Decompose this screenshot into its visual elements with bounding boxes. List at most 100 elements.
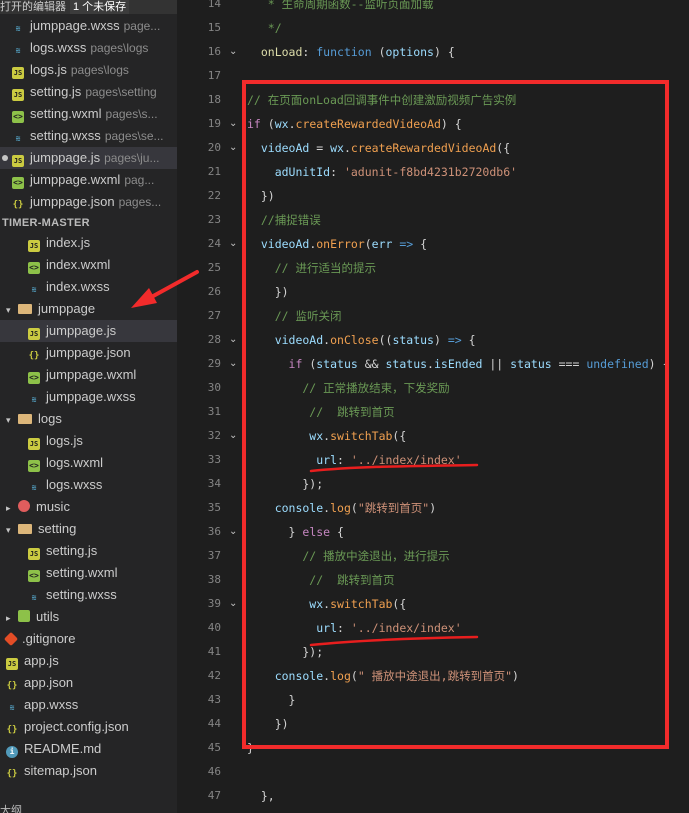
- outline-section-header[interactable]: 大纲: [0, 802, 22, 813]
- code-token: wx: [274, 117, 289, 131]
- code-line[interactable]: videoAd.onError(err => {: [247, 232, 427, 256]
- tree-file[interactable]: ≋ logs.wxss: [0, 474, 177, 496]
- code-line[interactable]: console.log(" 播放中途退出,跳转到首页"): [247, 664, 519, 688]
- open-editor-item[interactable]: ≋ setting.wxss pages\se...: [0, 125, 177, 147]
- wxml-file-icon: <>: [28, 372, 40, 384]
- code-line[interactable]: // 在页面onLoad回调事件中创建激励视频广告实例: [247, 88, 516, 112]
- chevron-down-icon[interactable]: ▾: [6, 299, 16, 320]
- code-line[interactable]: if (wx.createRewardedVideoAd) {: [247, 112, 462, 136]
- code-line[interactable]: });: [247, 472, 323, 496]
- open-editor-item[interactable]: <> jumppage.wxml pag...: [0, 169, 177, 191]
- code-token: :: [337, 453, 351, 467]
- code-line[interactable]: } else {: [247, 520, 344, 544]
- fold-chevron-icon[interactable]: ⌄: [229, 40, 239, 64]
- tree-file[interactable]: .gitignore: [0, 628, 177, 650]
- code-line[interactable]: */: [247, 16, 282, 40]
- code-line[interactable]: console.log("跳转到首页"): [247, 496, 436, 520]
- open-editor-item[interactable]: JS setting.js pages\setting: [0, 81, 177, 103]
- open-editor-item[interactable]: {} jumppage.json pages...: [0, 191, 177, 213]
- tree-folder[interactable]: ▾ setting: [0, 518, 177, 540]
- tree-folder[interactable]: ▾ logs: [0, 408, 177, 430]
- code-token: // 进行适当的提示: [247, 261, 376, 275]
- code-line[interactable]: onLoad: function (options) {: [247, 40, 455, 64]
- fold-chevron-icon[interactable]: ⌄: [229, 136, 239, 160]
- tree-file[interactable]: i README.md: [0, 738, 177, 760]
- code-line[interactable]: }): [247, 184, 275, 208]
- open-editor-item[interactable]: JS jumppage.js pages\ju...: [0, 147, 177, 169]
- open-editor-item[interactable]: JS logs.js pages\logs: [0, 59, 177, 81]
- code-line[interactable]: // 监听关闭: [247, 304, 342, 328]
- fold-chevron-icon[interactable]: ⌄: [229, 328, 239, 352]
- code-line[interactable]: }): [247, 280, 289, 304]
- tree-file[interactable]: {} sitemap.json: [0, 760, 177, 782]
- tree-file[interactable]: JS index.js: [0, 232, 177, 254]
- project-section-header[interactable]: TIMER-MASTER: [0, 212, 177, 234]
- code-line[interactable]: // 播放中途退出，进行提示: [247, 544, 449, 568]
- fold-chevron-icon[interactable]: ⌄: [229, 592, 239, 616]
- tree-file[interactable]: {} app.json: [0, 672, 177, 694]
- code-token: log: [330, 669, 351, 683]
- code-line[interactable]: },: [247, 784, 275, 808]
- open-editor-item[interactable]: ≋ jumppage.wxss page...: [0, 15, 177, 37]
- tree-file[interactable]: ≋ jumppage.wxss: [0, 386, 177, 408]
- code-token: }: [247, 525, 303, 539]
- line-number: 21: [207, 165, 221, 178]
- chevron-right-icon[interactable]: ▸: [6, 607, 16, 628]
- code-line[interactable]: // 进行适当的提示: [247, 256, 376, 280]
- code-line[interactable]: url: '../index/index': [247, 448, 461, 472]
- tree-folder[interactable]: ▾ jumppage: [0, 298, 177, 320]
- tree-file[interactable]: <> jumppage.wxml: [0, 364, 177, 386]
- fold-chevron-icon[interactable]: ⌄: [229, 232, 239, 256]
- tree-folder[interactable]: ▸ utils: [0, 606, 177, 628]
- code-line[interactable]: }: [247, 688, 296, 712]
- code-line[interactable]: //捕捉错误: [247, 208, 321, 232]
- tree-file[interactable]: ≋ index.wxss: [0, 276, 177, 298]
- tree-file[interactable]: {} project.config.json: [0, 716, 177, 738]
- code-line[interactable]: videoAd.onClose((status) => {: [247, 328, 476, 352]
- tree-file[interactable]: ≋ app.wxss: [0, 694, 177, 716]
- tree-file[interactable]: <> setting.wxml: [0, 562, 177, 584]
- tree-file[interactable]: JS logs.js: [0, 430, 177, 452]
- fold-chevron-icon[interactable]: ⌄: [229, 520, 239, 544]
- open-editors-header[interactable]: 打开的编辑器 1 个未保存: [0, 0, 177, 14]
- code-token: (: [371, 45, 386, 59]
- code-line[interactable]: adUnitId: 'adunit-f8bd4231b2720db6': [247, 160, 517, 184]
- fold-chevron-icon[interactable]: ⌄: [229, 112, 239, 136]
- code-line[interactable]: if (status && status.isEnded || status =…: [247, 352, 670, 376]
- open-editor-item[interactable]: ≋ logs.wxss pages\logs: [0, 37, 177, 59]
- code-line[interactable]: * 生命周期函数--监听页面加载: [247, 0, 434, 16]
- tree-file[interactable]: JS setting.js: [0, 540, 177, 562]
- code-line[interactable]: // 正常播放结束，下发奖励: [247, 376, 449, 400]
- code-line[interactable]: wx.switchTab({: [247, 424, 406, 448]
- code-line[interactable]: });: [247, 640, 323, 664]
- tree-file[interactable]: JS jumppage.js: [0, 320, 177, 342]
- tree-file[interactable]: <> index.wxml: [0, 254, 177, 276]
- tree-file[interactable]: JS app.js: [0, 650, 177, 672]
- open-editor-filename: logs.js: [30, 62, 67, 77]
- fold-chevron-icon[interactable]: ⌄: [229, 424, 239, 448]
- fold-chevron-icon[interactable]: ⌄: [229, 352, 239, 376]
- tree-file[interactable]: ≋ setting.wxss: [0, 584, 177, 606]
- code-line[interactable]: }): [247, 712, 289, 736]
- chevron-right-icon[interactable]: ▸: [6, 497, 16, 518]
- code-line[interactable]: wx.switchTab({: [247, 592, 406, 616]
- tree-file[interactable]: <> logs.wxml: [0, 452, 177, 474]
- code-line[interactable]: // 跳转到首页: [247, 400, 394, 424]
- code-token: //捕捉错误: [247, 213, 321, 227]
- code-line[interactable]: }: [247, 736, 254, 760]
- code-line[interactable]: // 跳转到首页: [247, 568, 394, 592]
- chevron-down-icon[interactable]: ▾: [6, 519, 16, 540]
- code-line[interactable]: url: '../index/index': [247, 616, 461, 640]
- line-number: 31: [207, 405, 221, 418]
- open-editor-item[interactable]: <> setting.wxml pages\s...: [0, 103, 177, 125]
- code-token: // 在页面onLoad回调事件中创建激励视频广告实例: [247, 93, 517, 107]
- tree-folder[interactable]: ▸ music: [0, 496, 177, 518]
- code-token: }): [247, 189, 275, 203]
- code-line[interactable]: videoAd = wx.createRewardedVideoAd({: [247, 136, 510, 160]
- tree-item-label: jumppage.json: [46, 345, 131, 360]
- code-editor[interactable]: 14 15 16 ⌄ 17 18 19 ⌄ 20 ⌄ 21 22 23 24 ⌄ 25 26 27 28 ⌄ 29 ⌄ 30…: [177, 0, 689, 813]
- chevron-down-icon[interactable]: ▾: [6, 409, 16, 430]
- tree-file[interactable]: {} jumppage.json: [0, 342, 177, 364]
- code-token: wx: [247, 597, 324, 611]
- code-token: else: [302, 525, 331, 539]
